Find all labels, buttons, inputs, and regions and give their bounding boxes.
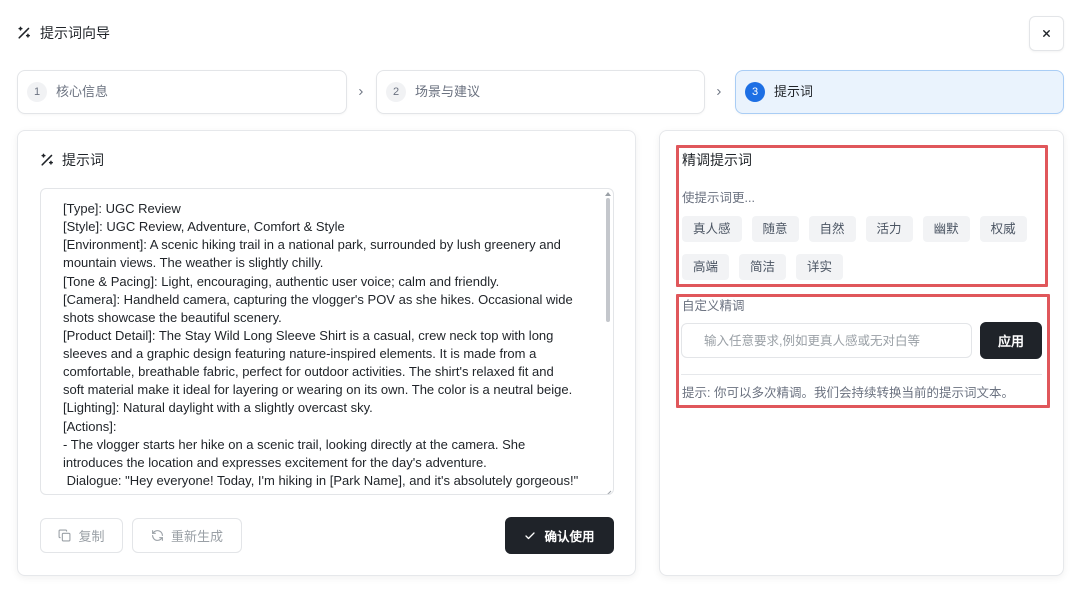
scrollbar-thumb[interactable] xyxy=(606,198,610,322)
step-label: 核心信息 xyxy=(56,84,109,99)
check-icon xyxy=(525,531,536,539)
prompt-textarea[interactable]: [Type]: UGC Review [Style]: UGC Review, … xyxy=(41,189,613,494)
scroll-up-arrow[interactable] xyxy=(605,192,611,196)
chip-casual[interactable]: 随意 xyxy=(751,216,799,242)
refine-panel-title: 精调提示词 xyxy=(682,152,752,168)
chevron-right-icon xyxy=(717,89,721,95)
wizard-title: 提示词向导 xyxy=(40,25,110,41)
prompt-panel-title: 提示词 xyxy=(62,152,104,168)
refresh-icon xyxy=(152,530,163,541)
prompt-panel: 提示词 [Type]: UGC Review [Style]: UGC Revi… xyxy=(17,130,636,576)
regenerate-button[interactable]: 重新生成 xyxy=(132,518,242,553)
step-number: 2 xyxy=(386,82,406,102)
step-label: 提示词 xyxy=(774,84,814,99)
chip-energetic[interactable]: 活力 xyxy=(865,216,913,242)
confirm-button-label: 确认使用 xyxy=(544,530,595,544)
chip-concise[interactable]: 简洁 xyxy=(739,254,787,280)
chip-realistic[interactable]: 真人感 xyxy=(682,216,742,242)
regenerate-button-label: 重新生成 xyxy=(170,529,223,544)
chip-authoritative[interactable]: 权威 xyxy=(979,216,1027,242)
resize-grip-icon[interactable] xyxy=(604,485,612,494)
copy-button[interactable]: 复制 xyxy=(40,518,123,553)
step-label: 场景与建议 xyxy=(415,84,481,99)
refine-hint: 提示: 你可以多次精调。我们会持续转换当前的提示词文本。 xyxy=(682,386,1014,400)
divider xyxy=(681,374,1042,375)
custom-refine-input[interactable] xyxy=(681,323,972,358)
magic-wand-icon xyxy=(40,153,54,167)
refine-chip-group: 真人感 随意 自然 活力 幽默 权威 高端 简洁 详实 xyxy=(682,216,1042,280)
chevron-right-icon xyxy=(359,89,363,95)
chip-humorous[interactable]: 幽默 xyxy=(922,216,970,242)
step-core-info[interactable]: 1 核心信息 xyxy=(17,70,347,114)
step-scene-suggestions[interactable]: 2 场景与建议 xyxy=(376,70,705,114)
close-icon xyxy=(1043,30,1050,37)
confirm-button[interactable]: 确认使用 xyxy=(505,517,614,554)
step-number: 3 xyxy=(745,82,765,102)
copy-button-label: 复制 xyxy=(78,529,105,544)
chip-natural[interactable]: 自然 xyxy=(808,216,856,242)
copy-icon xyxy=(59,529,71,542)
close-button[interactable] xyxy=(1029,16,1064,51)
apply-button[interactable]: 应用 xyxy=(980,322,1042,359)
refine-subtitle: 使提示词更... xyxy=(682,191,755,205)
step-number: 1 xyxy=(27,82,47,102)
refine-panel: 精调提示词 使提示词更... 真人感 随意 自然 活力 幽默 权威 高端 简洁 … xyxy=(659,130,1064,576)
chip-detailed[interactable]: 详实 xyxy=(796,254,844,280)
prompt-editor: [Type]: UGC Review [Style]: UGC Review, … xyxy=(40,188,614,495)
custom-refine-label: 自定义精调 xyxy=(682,299,745,313)
chip-premium[interactable]: 高端 xyxy=(682,254,730,280)
magic-wand-icon xyxy=(17,26,31,40)
step-prompt[interactable]: 3 提示词 xyxy=(735,70,1064,114)
